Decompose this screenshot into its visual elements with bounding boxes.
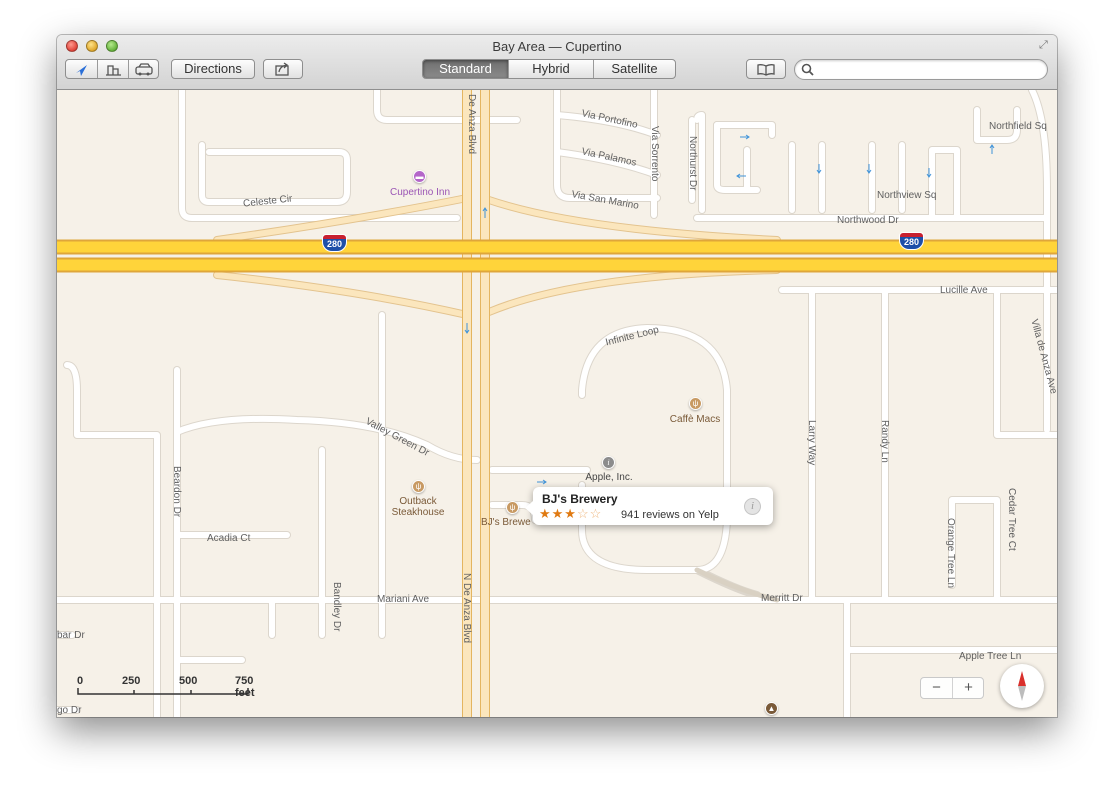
- street-label: Via Sorrento: [649, 126, 660, 182]
- street-label: Northwood Dr: [837, 215, 899, 226]
- street-label: Northurst Dr: [687, 136, 698, 191]
- poi-label-caffe-macs[interactable]: Caffè Macs: [665, 414, 725, 425]
- zoom-out-button[interactable]: −: [921, 678, 952, 698]
- poi-label-apple-inc[interactable]: Apple, Inc.: [579, 472, 639, 483]
- info-button[interactable]: i: [744, 498, 761, 515]
- highway-280-shield: 280: [899, 232, 924, 251]
- street-label: De Anza Blvd: [466, 94, 477, 155]
- street-label: Beardon Dr: [171, 466, 182, 518]
- search-input[interactable]: [817, 62, 1043, 79]
- info-icon[interactable]: i: [602, 456, 615, 469]
- restaurant-icon[interactable]: ψ: [412, 480, 425, 493]
- poi-label-cupertino-inn[interactable]: Cupertino Inn: [387, 187, 453, 198]
- traffic-car-icon: [135, 63, 153, 76]
- poi-label-bjs[interactable]: BJ's Brewe: [481, 517, 533, 528]
- map-roads: [57, 90, 1057, 717]
- scale-line: [77, 688, 249, 695]
- callout-title: BJ's Brewery: [542, 492, 618, 506]
- window-title: Bay Area — Cupertino: [492, 39, 622, 54]
- bookmarks-button[interactable]: [746, 59, 786, 79]
- scale-bar: 0 250 500 750 feet: [77, 675, 255, 700]
- highway-280-shield: 280: [322, 234, 347, 253]
- 3d-view-button[interactable]: [97, 60, 129, 78]
- search-field[interactable]: [794, 59, 1048, 80]
- fullscreen-icon[interactable]: ⤢: [1039, 39, 1051, 51]
- street-label: Apple Tree Ln: [959, 651, 1022, 662]
- rating-star-empty: ☆☆: [576, 506, 603, 521]
- rating-stars: ★★★☆☆: [539, 507, 602, 521]
- street-label: Northview Sq: [877, 190, 937, 201]
- street-label: bar Dr: [57, 630, 85, 641]
- compass-button[interactable]: [1000, 664, 1044, 708]
- callout-reviews: 941 reviews on Yelp: [621, 509, 719, 521]
- street-label: N De Anza Blvd: [461, 573, 472, 644]
- title-bar: Bay Area — Cupertino ⤢ Directions Standa…: [57, 35, 1057, 90]
- bookmarks-icon: [757, 64, 775, 76]
- map-tools-group: [65, 59, 159, 79]
- search-icon: [801, 63, 814, 76]
- poi-label-outback[interactable]: Outback: [385, 496, 451, 507]
- map-type-control: Standard Hybrid Satellite: [422, 59, 676, 79]
- location-arrow-icon: [76, 65, 87, 76]
- zoom-control: − +: [920, 677, 984, 699]
- current-location-button[interactable]: [66, 60, 97, 78]
- street-label: Larry Way: [806, 420, 817, 466]
- directions-button[interactable]: Directions: [171, 59, 255, 79]
- 3d-buildings-icon: [106, 65, 121, 76]
- restaurant-icon[interactable]: ψ: [689, 397, 702, 410]
- restaurant-icon[interactable]: ψ: [506, 501, 519, 514]
- street-label: Orange Tree Ln: [945, 518, 956, 589]
- maps-window: Bay Area — Cupertino ⤢ Directions Standa…: [57, 35, 1057, 717]
- tab-hybrid[interactable]: Hybrid: [508, 60, 593, 78]
- share-button[interactable]: [263, 59, 303, 79]
- street-label: Mariani Ave: [377, 594, 430, 605]
- street-label: Cedar Tree Ct: [1006, 488, 1017, 551]
- rating-star-filled: ★★★: [539, 506, 577, 521]
- share-icon: [275, 62, 289, 76]
- tab-standard[interactable]: Standard: [423, 60, 508, 78]
- compass-icon: [1018, 671, 1026, 701]
- street-label: Northfield Sq: [989, 121, 1047, 132]
- map-canvas[interactable]: De Anza Blvd N De Anza Blvd Celeste Cir …: [57, 90, 1057, 717]
- street-label: Lucille Ave: [940, 285, 988, 296]
- street-label: Bandley Dr: [331, 582, 342, 632]
- place-callout[interactable]: BJ's Brewery ★★★☆☆ 941 reviews on Yelp i: [525, 487, 773, 525]
- street-label: Merritt Dr: [761, 593, 803, 604]
- hotel-icon[interactable]: ▬: [413, 170, 426, 183]
- zoom-in-button[interactable]: +: [952, 678, 984, 698]
- street-label: Acadia Ct: [207, 533, 251, 544]
- tab-satellite[interactable]: Satellite: [593, 60, 675, 78]
- street-label: Randy Ln: [879, 420, 890, 463]
- callout-pointer: [525, 501, 533, 515]
- traffic-button[interactable]: [128, 60, 160, 78]
- street-label: go Dr: [57, 705, 82, 716]
- poi-label-outback[interactable]: Steakhouse: [385, 507, 451, 518]
- school-icon[interactable]: ▲: [765, 702, 778, 715]
